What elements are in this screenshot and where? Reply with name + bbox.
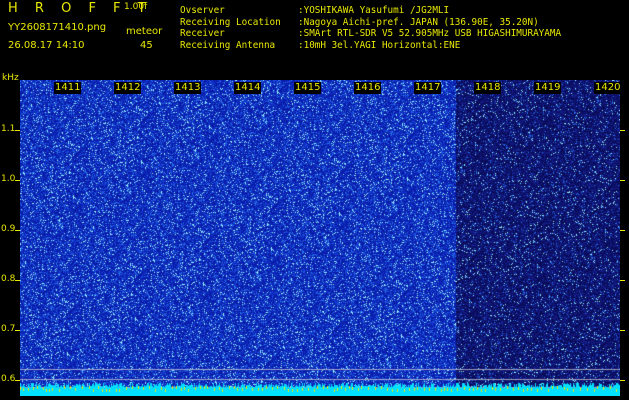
meta-key: Receiver xyxy=(180,28,225,40)
minute-label: 1415 xyxy=(294,82,322,94)
mode-label: meteor xyxy=(126,26,163,37)
y-tick-label: 0.9 xyxy=(1,224,16,234)
header-panel: H R O F F T 1.00f YY2608171410.png meteo… xyxy=(0,0,629,83)
spectrogram-canvas xyxy=(20,80,620,396)
datetime-label: 26.08.17 14:10 xyxy=(8,40,85,51)
right-tick-mark xyxy=(620,280,625,281)
spectrogram-panel[interactable]: 1411 1412 1413 1414 1415 1416 1417 1418 … xyxy=(20,80,620,396)
y-axis: 1.1 1.0 0.9 0.8 0.7 0.6 xyxy=(0,80,20,396)
meta-key: Receiving Antenna xyxy=(180,39,276,51)
minute-label: 1414 xyxy=(234,82,262,94)
meta-row-location: Receiving Location :Nagoya Aichi-pref. JA… xyxy=(180,17,561,29)
station-info: Ovserver :YOSHIKAWA Yasufumi /JG2MLI Rece… xyxy=(180,5,561,51)
right-tick-mark xyxy=(620,230,625,231)
right-tick-mark xyxy=(620,380,625,381)
count-label: 45 xyxy=(140,40,153,51)
y-tick-label: 0.7 xyxy=(1,324,16,334)
meta-value: :10mH 3el.YAGI Horizontal:ENE xyxy=(298,39,461,51)
minute-label: 1412 xyxy=(114,82,142,94)
filename-label: YY2608171410.png xyxy=(8,22,107,33)
minute-label: 1419 xyxy=(534,82,562,94)
meta-value: :Nagoya Aichi-pref. JAPAN (136.90E, 35.2… xyxy=(298,16,539,28)
right-tick-mark xyxy=(620,130,625,131)
minute-label: 1420 xyxy=(594,82,620,94)
meta-key: Ovserver xyxy=(180,5,225,16)
y-tick-label: 0.6 xyxy=(1,374,16,384)
right-tick-mark xyxy=(620,330,625,331)
minute-label: 1417 xyxy=(414,82,442,94)
minute-label: 1413 xyxy=(174,82,202,94)
meta-row-observer: Ovserver :YOSHIKAWA Yasufumi /JG2MLI xyxy=(180,5,561,17)
y-tick-label: 1.1 xyxy=(1,124,16,134)
meta-value: :YOSHIKAWA Yasufumi /JG2MLI xyxy=(298,5,450,16)
y-tick-label: 1.0 xyxy=(1,174,16,184)
meta-row-receiver: Receiver :SMArt RTL-SDR V5 52.905MHz USB … xyxy=(180,28,561,40)
version-label: 1.00f xyxy=(124,2,148,12)
meta-row-antenna: Receiving Antenna :10mH 3el.YAGI Horizont… xyxy=(180,40,561,52)
minute-label: 1416 xyxy=(354,82,382,94)
y-tick-label: 0.8 xyxy=(1,274,16,284)
minute-label: 1418 xyxy=(474,82,502,94)
meta-key: Receiving Location xyxy=(180,16,281,28)
meta-value: :SMArt RTL-SDR V5 52.905MHz USB HIGASHIM… xyxy=(298,28,562,40)
minute-label: 1411 xyxy=(54,82,82,94)
right-tick-mark xyxy=(620,180,625,181)
